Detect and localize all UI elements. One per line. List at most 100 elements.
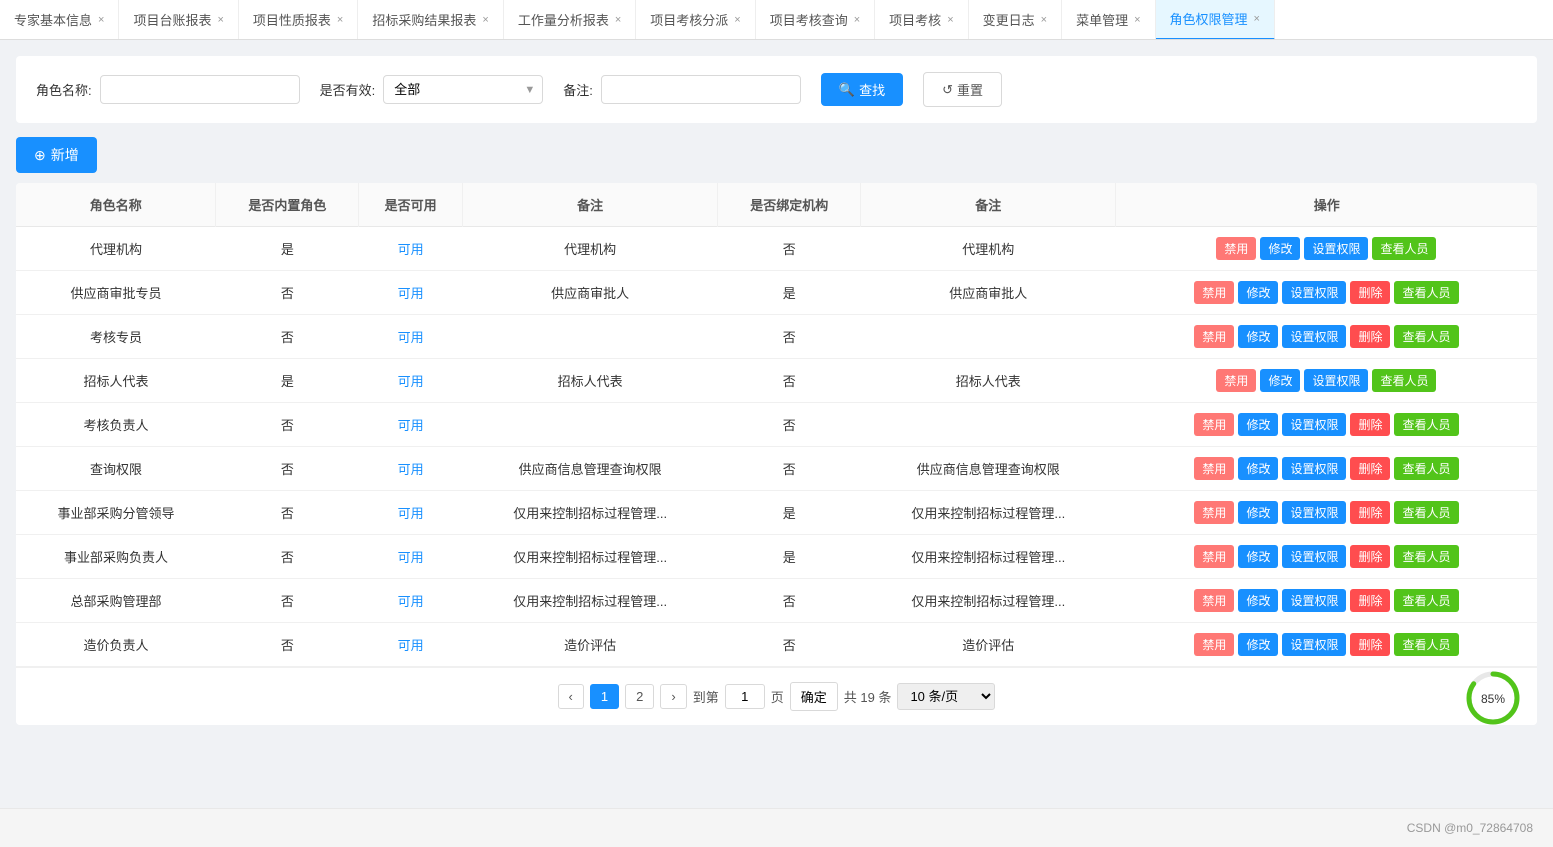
op-禁用-button[interactable]: 禁用 <box>1194 589 1234 612</box>
tab-item-9[interactable]: 菜单管理× <box>1062 0 1155 40</box>
op-删除-button[interactable]: 删除 <box>1350 413 1390 436</box>
op-查看人员-button[interactable]: 查看人员 <box>1372 237 1436 260</box>
op-禁用-button[interactable]: 禁用 <box>1194 413 1234 436</box>
op-修改-button[interactable]: 修改 <box>1238 545 1278 568</box>
add-button[interactable]: ⊕ 新增 <box>16 137 97 173</box>
cell-remark2: 仅用来控制招标过程管理... <box>861 579 1116 623</box>
tab-close-icon[interactable]: × <box>1134 14 1140 26</box>
cell-remark2: 仅用来控制招标过程管理... <box>861 491 1116 535</box>
svg-text:85%: 85% <box>1481 692 1505 706</box>
op-删除-button[interactable]: 删除 <box>1350 457 1390 480</box>
op-修改-button[interactable]: 修改 <box>1260 237 1300 260</box>
op-设置权限-button[interactable]: 设置权限 <box>1282 545 1346 568</box>
op-禁用-button[interactable]: 禁用 <box>1194 633 1234 656</box>
op-禁用-button[interactable]: 禁用 <box>1216 237 1256 260</box>
search-button[interactable]: 🔍 查找 <box>821 73 903 106</box>
tab-label: 工作量分析报表 <box>518 10 609 29</box>
tab-close-icon[interactable]: × <box>734 14 740 26</box>
op-设置权限-button[interactable]: 设置权限 <box>1282 325 1346 348</box>
page-number-input[interactable] <box>725 684 765 709</box>
op-查看人员-button[interactable]: 查看人员 <box>1394 501 1458 524</box>
tab-close-icon[interactable]: × <box>854 14 860 26</box>
prev-page-button[interactable]: ‹ <box>558 684 584 709</box>
cell-remark2: 供应商审批人 <box>861 271 1116 315</box>
tab-item-3[interactable]: 招标采购结果报表× <box>358 0 503 40</box>
tab-item-6[interactable]: 项目考核查询× <box>756 0 875 40</box>
tab-item-4[interactable]: 工作量分析报表 × <box>504 0 636 40</box>
op-修改-button[interactable]: 修改 <box>1238 633 1278 656</box>
cell-available: 可用 <box>359 535 463 579</box>
valid-select[interactable]: 全部 是 否 <box>383 75 543 104</box>
op-查看人员-button[interactable]: 查看人员 <box>1394 457 1458 480</box>
op-修改-button[interactable]: 修改 <box>1238 281 1278 304</box>
op-删除-button[interactable]: 删除 <box>1350 545 1390 568</box>
cell-role-name: 总部采购管理部 <box>16 579 216 623</box>
op-查看人员-button[interactable]: 查看人员 <box>1394 545 1458 568</box>
op-禁用-button[interactable]: 禁用 <box>1216 369 1256 392</box>
op-禁用-button[interactable]: 禁用 <box>1194 281 1234 304</box>
op-禁用-button[interactable]: 禁用 <box>1194 501 1234 524</box>
op-设置权限-button[interactable]: 设置权限 <box>1282 633 1346 656</box>
op-删除-button[interactable]: 删除 <box>1350 281 1390 304</box>
op-禁用-button[interactable]: 禁用 <box>1194 325 1234 348</box>
role-name-input[interactable] <box>100 75 300 104</box>
op-修改-button[interactable]: 修改 <box>1260 369 1300 392</box>
op-修改-button[interactable]: 修改 <box>1238 501 1278 524</box>
tab-item-1[interactable]: 项目台账报表× <box>119 0 238 40</box>
op-设置权限-button[interactable]: 设置权限 <box>1282 413 1346 436</box>
tab-item-7[interactable]: 项目考核× <box>875 0 968 40</box>
page-confirm-button[interactable]: 确定 <box>790 682 838 711</box>
op-查看人员-button[interactable]: 查看人员 <box>1394 633 1458 656</box>
next-page-button[interactable]: › <box>660 684 686 709</box>
page-unit: 页 <box>771 687 784 706</box>
tab-item-2[interactable]: 项目性质报表× <box>239 0 358 40</box>
reset-button[interactable]: ↺ 重置 <box>923 72 1002 107</box>
cell-ops: 禁用修改设置权限删除查看人员 <box>1116 447 1537 491</box>
op-删除-button[interactable]: 删除 <box>1350 633 1390 656</box>
tab-close-icon[interactable]: × <box>98 14 104 26</box>
op-删除-button[interactable]: 删除 <box>1350 501 1390 524</box>
op-设置权限-button[interactable]: 设置权限 <box>1282 457 1346 480</box>
op-设置权限-button[interactable]: 设置权限 <box>1282 281 1346 304</box>
tab-item-5[interactable]: 项目考核分派× <box>636 0 755 40</box>
op-设置权限-button[interactable]: 设置权限 <box>1304 369 1368 392</box>
tab-item-0[interactable]: 专家基本信息× <box>0 0 119 40</box>
page-size-select[interactable]: 10 条/页 20 条/页 50 条/页 <box>897 683 995 710</box>
op-禁用-button[interactable]: 禁用 <box>1194 545 1234 568</box>
remark-input[interactable] <box>601 75 801 104</box>
op-删除-button[interactable]: 删除 <box>1350 589 1390 612</box>
tab-close-icon[interactable]: × <box>1254 13 1260 25</box>
col-is-builtin: 是否内置角色 <box>216 183 359 227</box>
tab-close-icon[interactable]: × <box>1041 14 1047 26</box>
op-删除-button[interactable]: 删除 <box>1350 325 1390 348</box>
tab-close-icon[interactable]: × <box>615 14 621 26</box>
cell-role-name: 考核负责人 <box>16 403 216 447</box>
cell-remark2: 代理机构 <box>861 227 1116 271</box>
op-修改-button[interactable]: 修改 <box>1238 457 1278 480</box>
op-禁用-button[interactable]: 禁用 <box>1194 457 1234 480</box>
tab-close-icon[interactable]: × <box>217 14 223 26</box>
op-查看人员-button[interactable]: 查看人员 <box>1394 589 1458 612</box>
cell-ops: 禁用修改设置权限查看人员 <box>1116 359 1537 403</box>
cell-is-builtin: 否 <box>216 447 359 491</box>
tab-close-icon[interactable]: × <box>337 14 343 26</box>
page-1-button[interactable]: 1 <box>590 684 619 709</box>
op-设置权限-button[interactable]: 设置权限 <box>1304 237 1368 260</box>
op-查看人员-button[interactable]: 查看人员 <box>1394 281 1458 304</box>
tab-close-icon[interactable]: × <box>947 14 953 26</box>
op-修改-button[interactable]: 修改 <box>1238 325 1278 348</box>
progress-circle: 85% <box>1463 668 1523 728</box>
tab-item-10[interactable]: 角色权限管理× <box>1156 0 1275 40</box>
op-设置权限-button[interactable]: 设置权限 <box>1282 501 1346 524</box>
op-查看人员-button[interactable]: 查看人员 <box>1394 413 1458 436</box>
op-修改-button[interactable]: 修改 <box>1238 589 1278 612</box>
tab-item-8[interactable]: 变更日志 × <box>969 0 1062 40</box>
tab-label: 变更日志 <box>983 10 1035 29</box>
page-2-button[interactable]: 2 <box>625 684 654 709</box>
op-查看人员-button[interactable]: 查看人员 <box>1372 369 1436 392</box>
op-查看人员-button[interactable]: 查看人员 <box>1394 325 1458 348</box>
tab-close-icon[interactable]: × <box>482 14 488 26</box>
op-设置权限-button[interactable]: 设置权限 <box>1282 589 1346 612</box>
cell-remark: 仅用来控制招标过程管理... <box>463 535 718 579</box>
op-修改-button[interactable]: 修改 <box>1238 413 1278 436</box>
